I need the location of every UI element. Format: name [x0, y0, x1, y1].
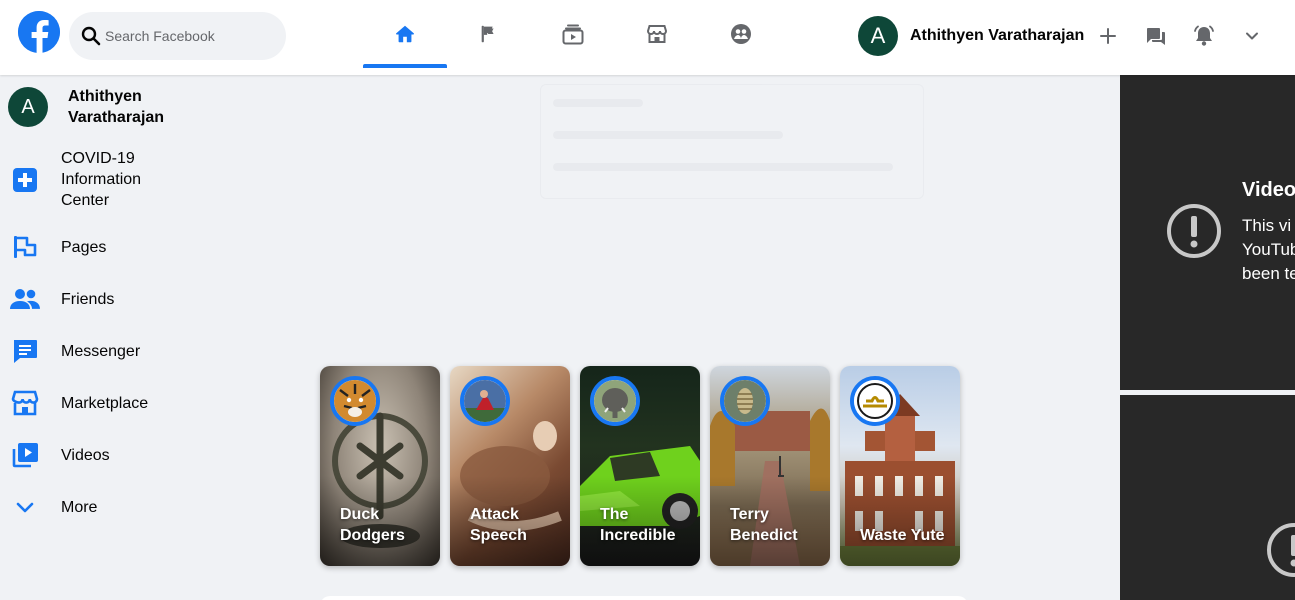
sidebar-item-label: Messenger	[61, 342, 141, 360]
account-menu-button[interactable]	[1238, 22, 1266, 50]
story-avatar	[590, 376, 640, 426]
facebook-logo-icon[interactable]	[18, 11, 60, 53]
story-title: Waste Yute	[860, 527, 945, 544]
tab-watch[interactable]	[531, 8, 615, 60]
story-avatar	[460, 376, 510, 426]
tab-groups[interactable]	[699, 8, 783, 60]
search-icon	[81, 26, 101, 46]
flag-icon	[481, 25, 494, 43]
sidebar-item-label: Athithyen Varatharajan	[68, 88, 165, 126]
search-box[interactable]	[69, 12, 286, 60]
avatar: A	[858, 16, 898, 56]
plus-icon	[1100, 28, 1116, 44]
sidebar-item-marketplace[interactable]: Marketplace	[8, 386, 148, 420]
watch-icon	[562, 24, 584, 45]
warning-icon	[1267, 523, 1295, 577]
tab-marketplace[interactable]	[615, 8, 699, 60]
story-avatar	[720, 376, 770, 426]
video-unavailable-panel	[1120, 395, 1295, 600]
create-button[interactable]	[1094, 22, 1122, 50]
sidebar-item-covid[interactable]: COVID-19 Information Center	[8, 148, 141, 211]
post-composer-card	[320, 596, 968, 600]
sidebar-item-pages[interactable]: Pages	[8, 230, 106, 264]
story-card[interactable]: Terry Benedict	[710, 366, 830, 566]
chevron-down-icon	[1246, 32, 1258, 40]
notifications-icon	[1194, 25, 1214, 46]
story-title: Attack Speech	[470, 506, 527, 544]
groups-icon	[731, 24, 751, 44]
top-navigation-bar: A Athithyen Varatharajan	[0, 0, 1295, 75]
story-title: The Incredible	[600, 506, 676, 544]
story-title: Terry Benedict	[730, 506, 798, 544]
sidebar-item-label: Videos	[61, 446, 110, 464]
warning-icon	[1167, 204, 1221, 258]
covid-info-icon	[8, 163, 42, 197]
profile-shortcut[interactable]: A Athithyen Varatharajan	[858, 16, 1084, 56]
sidebar-item-videos[interactable]: Videos	[8, 438, 110, 472]
home-icon	[396, 25, 414, 43]
search-input[interactable]	[105, 12, 275, 60]
story-card[interactable]: Attack Speech	[450, 366, 570, 566]
faded-post-placeholder	[540, 84, 924, 199]
video-unavailable-panel: Video This vi YouTub been te	[1120, 75, 1295, 390]
flag-icon	[8, 230, 42, 264]
messenger-icon	[1146, 28, 1165, 45]
sidebar-item-messenger[interactable]: Messenger	[8, 334, 140, 368]
friends-icon	[8, 282, 42, 316]
story-card[interactable]: Waste Yute	[840, 366, 960, 566]
story-card[interactable]: The Incredible	[580, 366, 700, 566]
messenger-button[interactable]	[1142, 22, 1170, 50]
story-title: Duck Dodgers	[340, 506, 405, 544]
sidebar-item-more[interactable]: More	[8, 490, 97, 524]
avatar: A	[8, 87, 48, 127]
sidebar-item-label: COVID-19 Information Center	[61, 150, 142, 209]
videos-icon	[8, 438, 42, 472]
notifications-button[interactable]	[1190, 22, 1218, 50]
marketplace-icon	[8, 386, 42, 420]
story-card[interactable]: Duck Dodgers	[320, 366, 440, 566]
marketplace-icon	[646, 25, 668, 43]
sidebar-item-label: More	[61, 498, 98, 516]
tab-home[interactable]	[363, 8, 447, 68]
sidebar-item-label: Marketplace	[61, 394, 149, 412]
profile-name: Athithyen Varatharajan	[910, 27, 1085, 44]
video-title: Video	[1242, 179, 1295, 201]
story-avatar	[330, 376, 380, 426]
video-message: This vi YouTub been te	[1242, 216, 1295, 283]
story-avatar	[850, 376, 900, 426]
messenger-icon	[8, 334, 42, 368]
tab-pages[interactable]	[447, 8, 531, 60]
sidebar-item-profile[interactable]: A Athithyen Varatharajan	[8, 86, 164, 128]
sidebar-item-label: Pages	[61, 238, 107, 256]
chevron-down-icon	[8, 490, 42, 524]
sidebar-item-label: Friends	[61, 290, 115, 308]
sidebar-item-friends[interactable]: Friends	[8, 282, 114, 316]
